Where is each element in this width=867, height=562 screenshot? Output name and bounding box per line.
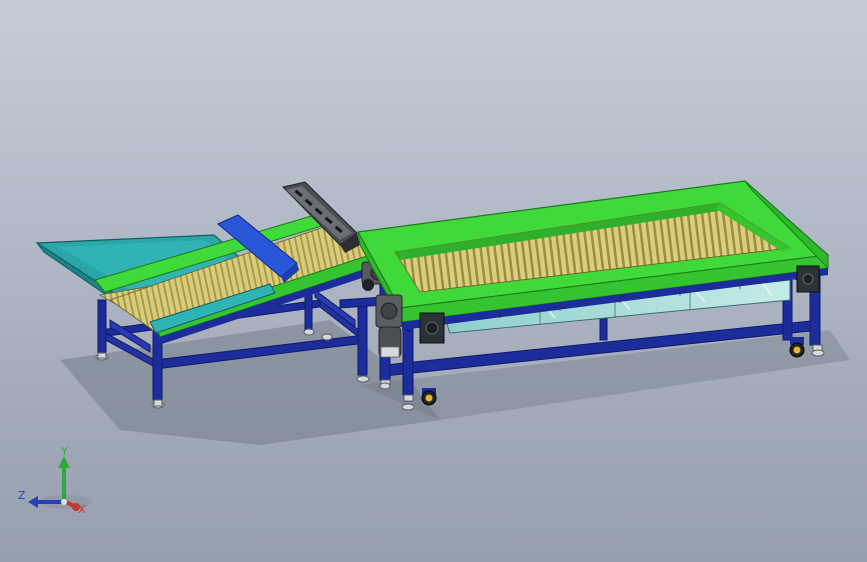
conveyor-assembly-model[interactable] [0, 0, 867, 562]
y-axis-label: Y [61, 445, 68, 458]
electrical-box-right [796, 265, 820, 293]
x-axis-label: X [78, 503, 86, 516]
z-axis-label: Z [18, 489, 26, 502]
orientation-triad: Y Z X [14, 444, 94, 520]
main-drive-motor [375, 294, 403, 358]
cad-viewport[interactable]: Y Z X [0, 0, 867, 562]
incline-base-wheel [362, 279, 374, 291]
electrical-box-left [419, 312, 445, 344]
